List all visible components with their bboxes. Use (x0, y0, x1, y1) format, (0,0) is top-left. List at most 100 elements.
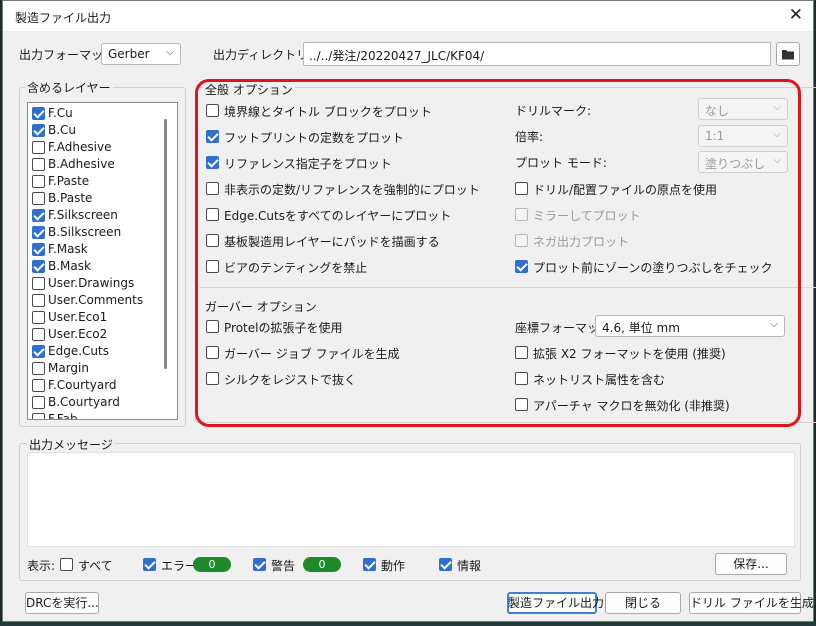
checkbox-icon[interactable] (32, 311, 45, 324)
layer-item[interactable]: B.Cu (32, 122, 162, 139)
layer-item[interactable]: B.Silkscreen (32, 224, 162, 241)
checkbox-icon[interactable] (32, 294, 45, 307)
layer-item[interactable]: B.Courtyard (32, 394, 162, 411)
scale-label: 倍率: (515, 130, 544, 144)
checkbox-icon[interactable] (32, 124, 45, 137)
coordinate-format-select[interactable]: 4.6, 単位 mm ⌵ (595, 315, 785, 337)
checkbox-icon[interactable] (206, 346, 219, 359)
layer-item[interactable]: B.Adhesive (32, 156, 162, 173)
checkbox-icon[interactable] (32, 141, 45, 154)
pcb-editor-statusbar (0, 622, 816, 626)
checkbox-icon[interactable] (32, 362, 45, 375)
layer-item[interactable]: F.Adhesive (32, 139, 162, 156)
layers-scrollbar[interactable] (164, 119, 167, 369)
layer-item[interactable]: B.Paste (32, 190, 162, 207)
drill-mark-select[interactable]: なし ⌵ (698, 98, 788, 120)
layer-item-label: F.Cu (48, 106, 73, 120)
checkbox-icon[interactable] (206, 372, 219, 385)
close-icon[interactable]: ✕ (789, 5, 803, 25)
layer-item-label: F.Adhesive (48, 140, 112, 154)
checkbox-icon[interactable] (206, 320, 219, 333)
layer-item[interactable]: F.Fab (32, 411, 162, 419)
save-messages-button[interactable]: 保存... (715, 553, 787, 575)
layer-item-label: User.Drawings (48, 276, 135, 290)
close-button[interactable]: 閉じる (605, 592, 681, 614)
checkbox-icon[interactable] (439, 558, 452, 571)
gerber-option-2-label: シルクをレジストで抜く (224, 373, 357, 387)
layer-item[interactable]: F.Mask (32, 241, 162, 258)
layer-item-label: F.Paste (48, 174, 90, 188)
chevron-down-icon: ⌵ (773, 155, 781, 166)
checkbox-icon[interactable] (32, 226, 45, 239)
layers-group-title: 含めるレイヤー (25, 79, 113, 96)
chevron-down-icon: ⌵ (773, 129, 781, 140)
checkbox-icon[interactable] (253, 558, 266, 571)
run-drc-button[interactable]: DRCを実行... (25, 592, 99, 614)
layer-item-label: User.Comments (48, 293, 144, 307)
layer-item[interactable]: User.Drawings (32, 275, 162, 292)
checkbox-icon[interactable] (515, 208, 528, 221)
generate-drill-files-button[interactable]: ドリル ファイルを生成... (689, 592, 816, 614)
checkbox-icon[interactable] (515, 346, 528, 359)
checkbox-icon[interactable] (206, 156, 219, 169)
plot-mode-select[interactable]: 塗りつぶし ⌵ (698, 151, 788, 173)
layer-item-label: B.Adhesive (48, 157, 115, 171)
checkbox-icon[interactable] (206, 234, 219, 247)
checkbox-icon[interactable] (515, 260, 528, 273)
count-badge: 0 (193, 557, 231, 572)
general-option-0-label: 境界線とタイトル ブロックをプロット (224, 105, 432, 119)
plot-mode-value: 塗りつぶし (705, 157, 766, 171)
layer-item[interactable]: Margin (32, 360, 162, 377)
layer-item[interactable]: F.Courtyard (32, 377, 162, 394)
checkbox-icon[interactable] (32, 260, 45, 273)
checkbox-icon[interactable] (206, 208, 219, 221)
checkbox-icon[interactable] (206, 104, 219, 117)
checkbox-icon[interactable] (206, 130, 219, 143)
checkbox-icon[interactable] (143, 558, 156, 571)
general-right-option-3-label: プロット前にゾーンの塗りつぶしをチェック (533, 261, 773, 275)
checkbox-icon[interactable] (515, 398, 528, 411)
layers-list[interactable]: F.Cu B.Cu F.Adhesive B.Adhesive F.Paste B.Pas… (27, 102, 178, 420)
layer-item[interactable]: B.Mask (32, 258, 162, 275)
folder-icon (782, 50, 794, 60)
gerber-options-title: ガーバー オプション (203, 298, 319, 315)
checkbox-icon[interactable] (32, 413, 45, 419)
checkbox-icon[interactable] (60, 558, 73, 571)
checkbox-icon[interactable] (515, 234, 528, 247)
checkbox-icon[interactable] (32, 175, 45, 188)
layer-item-label: B.Silkscreen (48, 225, 122, 239)
output-format-select[interactable]: Gerber ⌵ (101, 43, 181, 65)
checkbox-icon[interactable] (32, 209, 45, 222)
browse-folder-button[interactable] (776, 42, 800, 66)
checkbox-icon[interactable] (32, 243, 45, 256)
checkbox-icon[interactable] (206, 182, 219, 195)
checkbox-icon[interactable] (515, 182, 528, 195)
layer-item[interactable]: Edge.Cuts (32, 343, 162, 360)
layer-item-label: Edge.Cuts (48, 344, 109, 358)
output-directory-input[interactable]: ../../発注/20220427_JLC/KF04/ (303, 42, 771, 66)
general-right-option-2-label: ネガ出力プロット (533, 235, 630, 249)
checkbox-icon[interactable] (32, 345, 45, 358)
checkbox-icon[interactable] (515, 372, 528, 385)
plot-mode-label: プロット モード: (515, 156, 607, 170)
layer-item[interactable]: User.Comments (32, 292, 162, 309)
filter-0-label: すべて (78, 559, 113, 573)
plot-button[interactable]: 製造ファイル出力 (507, 592, 604, 614)
checkbox-icon[interactable] (32, 396, 45, 409)
checkbox-icon[interactable] (32, 192, 45, 205)
checkbox-icon[interactable] (32, 277, 45, 290)
checkbox-icon[interactable] (363, 558, 376, 571)
layer-item[interactable]: F.Silkscreen (32, 207, 162, 224)
messages-output[interactable] (27, 452, 795, 547)
layer-item[interactable]: F.Cu (32, 105, 162, 122)
checkbox-icon[interactable] (32, 328, 45, 341)
layer-item[interactable]: User.Eco2 (32, 326, 162, 343)
scale-select[interactable]: 1:1 ⌵ (698, 125, 788, 147)
chevron-down-icon: ⌵ (773, 102, 781, 113)
layer-item[interactable]: User.Eco1 (32, 309, 162, 326)
checkbox-icon[interactable] (32, 107, 45, 120)
checkbox-icon[interactable] (32, 379, 45, 392)
checkbox-icon[interactable] (32, 158, 45, 171)
checkbox-icon[interactable] (206, 260, 219, 273)
layer-item[interactable]: F.Paste (32, 173, 162, 190)
